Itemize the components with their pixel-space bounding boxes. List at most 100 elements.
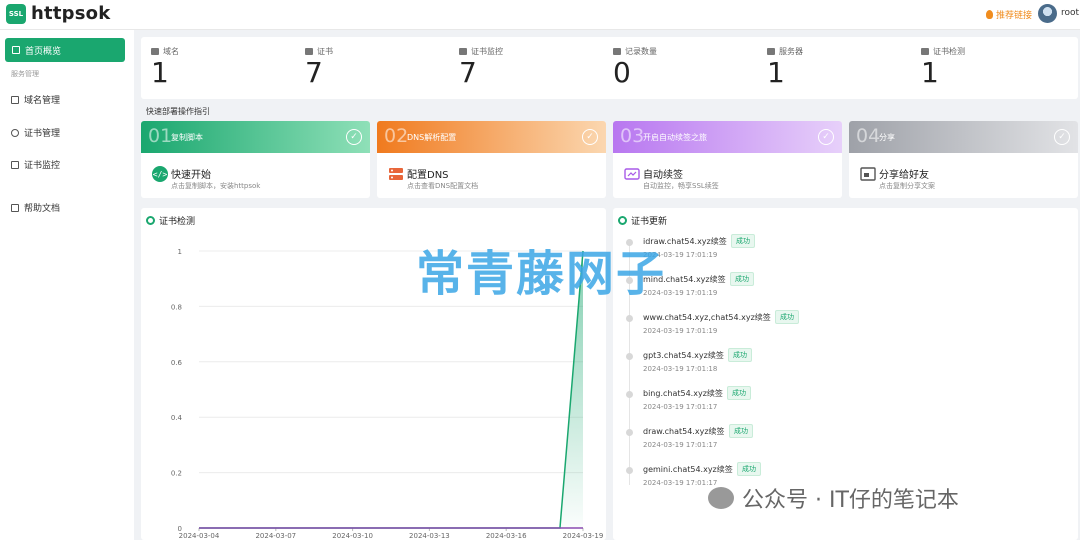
book-icon bbox=[11, 203, 19, 212]
cube-icon bbox=[767, 48, 775, 55]
svg-text:</>: </> bbox=[153, 170, 168, 179]
step-number: 02 bbox=[384, 125, 409, 147]
step-body-sub: 点击复制脚本，安装httpsok bbox=[171, 182, 261, 190]
status-badge: 成功 bbox=[730, 272, 754, 286]
step-card-head: 04 分享 ✓ bbox=[849, 121, 1078, 153]
stat-records[interactable]: 记录数量 0 bbox=[613, 46, 657, 87]
status-badge: 成功 bbox=[775, 310, 799, 324]
watermark-text: 常青藤网子 bbox=[416, 246, 667, 302]
timeline-dot bbox=[626, 391, 633, 398]
step-body-title: 自动续签 bbox=[643, 170, 683, 181]
status-badge: 成功 bbox=[728, 348, 752, 362]
logo-text: SSL bbox=[8, 10, 24, 18]
sidebar-item-help[interactable]: 帮助文档 bbox=[11, 201, 60, 214]
x-tick-label: 2024-03-10 bbox=[332, 532, 373, 540]
sidebar-item-label: 证书监控 bbox=[24, 161, 61, 171]
step-card-share[interactable]: 04 分享 ✓ 分享给好友 点击复制分享文案 bbox=[849, 121, 1078, 198]
panel-title-text: 证书更新 bbox=[631, 217, 668, 227]
x-tick-label: 2024-03-04 bbox=[179, 532, 220, 540]
stat-certs[interactable]: 证书 7 bbox=[305, 46, 333, 87]
check-circle-icon: ✓ bbox=[818, 129, 834, 145]
renew-icon bbox=[624, 168, 640, 180]
sidebar-item-certs[interactable]: 证书管理 bbox=[11, 126, 60, 139]
stat-value: 0 bbox=[613, 56, 631, 89]
wechat-icon bbox=[708, 487, 734, 509]
username[interactable]: root bbox=[1061, 8, 1079, 18]
check-circle-icon: ✓ bbox=[582, 129, 598, 145]
sidebar-item-overview[interactable]: 首页概览 bbox=[5, 38, 125, 62]
step-body-sub: 自动监控，畅享SSL续签 bbox=[643, 182, 719, 190]
y-tick-label: 0.6 bbox=[171, 359, 183, 367]
sidebar-item-domains[interactable]: 域名管理 bbox=[11, 93, 60, 106]
timeline-item-name: bing.chat54.xyz续签 bbox=[643, 389, 723, 398]
timeline-item: idraw.chat54.xyz续签 成功 2024-03-19 17:01:19 bbox=[613, 234, 1078, 274]
x-tick-label: 2024-03-13 bbox=[409, 532, 450, 540]
sidebar-item-label: 证书管理 bbox=[24, 129, 61, 139]
x-tick-label: 2024-03-16 bbox=[486, 532, 527, 540]
sidebar-group-label: 服务管理 bbox=[11, 70, 39, 78]
sidebar: 首页概览 服务管理 域名管理 证书管理 证书监控 帮助文档 bbox=[0, 30, 134, 540]
step-card-head: 01 复制脚本 ✓ bbox=[141, 121, 370, 153]
top-header: SSL httpsok 推荐链接 root bbox=[0, 0, 1080, 30]
timeline-item-time: 2024-03-19 17:01:17 bbox=[643, 441, 718, 449]
timeline-item: www.chat54.xyz,chat54.xyz续签 成功 2024-03-19 … bbox=[613, 310, 1078, 350]
step-number: 04 bbox=[856, 125, 881, 147]
step-body-title: 快速开始 bbox=[171, 170, 211, 181]
stats-panel: 域名 1 证书 7 证书监控 7 记录数量 0 服务器 1 证书检测 1 bbox=[141, 37, 1078, 99]
sidebar-item-label: 首页概览 bbox=[25, 46, 62, 57]
timeline-item: bing.chat54.xyz续签 成功 2024-03-19 17:01:17 bbox=[613, 386, 1078, 426]
brand-name[interactable]: httpsok bbox=[31, 3, 110, 24]
wechat-watermark: 公众号 · IT仔的笔记本 bbox=[708, 482, 959, 514]
step-card-auto-renew[interactable]: 03 开启自动续签之旅 ✓ 自动续签 自动监控，畅享SSL续签 bbox=[613, 121, 842, 198]
step-card-dns[interactable]: 02 DNS解析配置 ✓ 配置DNS 点击查看DNS配置文档 bbox=[377, 121, 606, 198]
step-body-title: 分享给好友 bbox=[879, 170, 929, 181]
status-badge: 成功 bbox=[731, 234, 755, 248]
timeline-dot bbox=[626, 467, 633, 474]
step-number: 03 bbox=[620, 125, 645, 147]
recommend-link[interactable]: 推荐链接 bbox=[986, 8, 1032, 21]
timeline-item-time: 2024-03-19 17:01:17 bbox=[643, 403, 718, 411]
status-badge: 成功 bbox=[737, 462, 761, 476]
check-circle-icon: ✓ bbox=[1054, 129, 1070, 145]
monitor-icon bbox=[12, 46, 20, 54]
stat-domains[interactable]: 域名 1 bbox=[151, 46, 179, 87]
timeline-item-name: www.chat54.xyz,chat54.xyz续签 bbox=[643, 313, 771, 322]
sidebar-item-monitor[interactable]: 证书监控 bbox=[11, 158, 60, 171]
monitor-icon bbox=[151, 48, 159, 55]
avatar[interactable] bbox=[1038, 4, 1057, 23]
step-title: 复制脚本 bbox=[171, 133, 203, 142]
timeline-item-time: 2024-03-19 17:01:18 bbox=[643, 365, 718, 373]
fire-icon bbox=[986, 10, 993, 19]
timeline-dot bbox=[626, 315, 633, 322]
edit-icon bbox=[11, 95, 19, 104]
cert-icon bbox=[11, 128, 19, 137]
timeline-item: gpt3.chat54.xyz续签 成功 2024-03-19 17:01:18 bbox=[613, 348, 1078, 388]
code-icon: </> bbox=[152, 166, 168, 182]
timeline-item-time: 2024-03-19 17:01:19 bbox=[643, 327, 718, 335]
logo-icon[interactable]: SSL bbox=[6, 4, 26, 24]
stat-monitors[interactable]: 证书监控 7 bbox=[459, 46, 503, 87]
step-title: 开启自动续签之旅 bbox=[643, 133, 707, 142]
recommend-link-label: 推荐链接 bbox=[996, 11, 1033, 21]
panel-title: 证书更新 bbox=[618, 214, 667, 227]
step-card-copy-script[interactable]: 01 复制脚本 ✓ </> 快速开始 点击复制脚本，安装httpsok bbox=[141, 121, 370, 198]
stat-value: 7 bbox=[459, 56, 477, 89]
step-card-head: 02 DNS解析配置 ✓ bbox=[377, 121, 606, 153]
stat-checks[interactable]: 证书检测 1 bbox=[921, 46, 965, 87]
timeline-item: mind.chat54.xyz续签 成功 2024-03-19 17:01:19 bbox=[613, 272, 1078, 312]
timeline-dot bbox=[626, 429, 633, 436]
step-body-sub: 点击复制分享文案 bbox=[879, 182, 935, 190]
step-body-title: 配置DNS bbox=[407, 170, 449, 181]
y-tick-label: 0.4 bbox=[171, 414, 183, 422]
status-badge: 成功 bbox=[729, 424, 753, 438]
x-tick-label: 2024-03-19 bbox=[563, 532, 604, 540]
step-body-sub: 点击查看DNS配置文档 bbox=[407, 182, 479, 190]
sidebar-item-label: 帮助文档 bbox=[24, 204, 61, 214]
step-title: 分享 bbox=[879, 133, 895, 142]
timeline-item-name: draw.chat54.xyz续签 bbox=[643, 427, 725, 436]
stat-value: 7 bbox=[305, 56, 323, 89]
timeline-item-time: 2024-03-19 17:01:17 bbox=[643, 479, 718, 487]
stat-value: 1 bbox=[151, 56, 169, 89]
stat-servers[interactable]: 服务器 1 bbox=[767, 46, 803, 87]
y-tick-label: 1 bbox=[178, 248, 182, 256]
